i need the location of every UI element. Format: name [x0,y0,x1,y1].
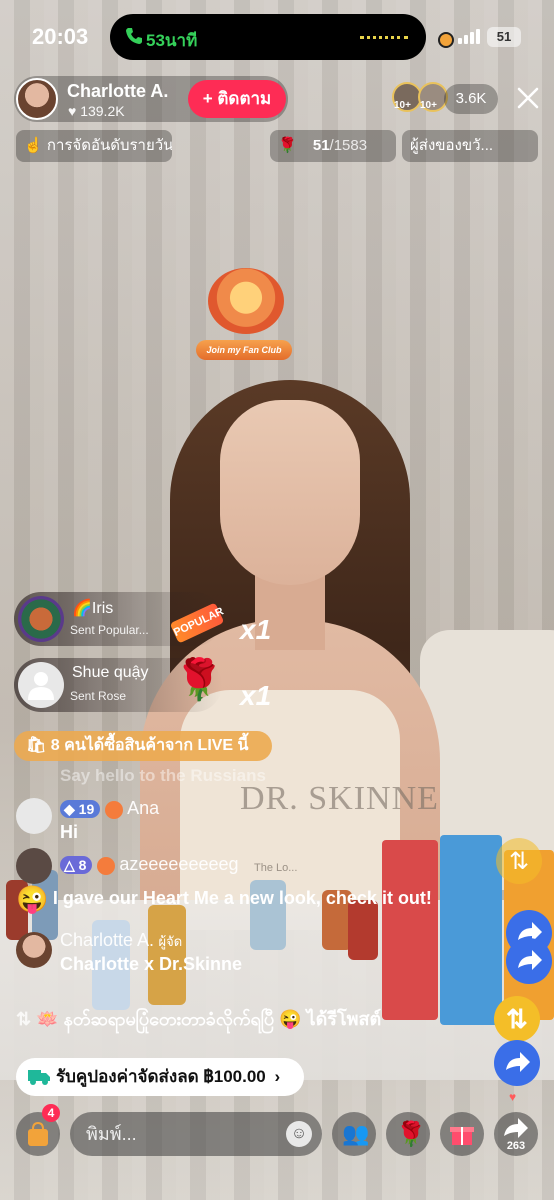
repost-icon: ⇅ [506,1004,528,1034]
shopping-bag-icon [28,1121,48,1146]
status-bar: 20:03 53นาที 51 [0,0,554,76]
shopping-cart-button[interactable]: 4 [16,1104,60,1156]
share-button[interactable] [506,938,552,984]
host-role-badge: ผู้จัด [158,934,183,949]
gift-count: x1 [240,680,272,711]
hand-pointer-icon: ☝ [24,137,43,154]
close-icon[interactable] [514,84,542,112]
people-icon: 👥 [342,1121,370,1146]
fan-badge-icon [96,856,115,875]
comment-text: Charlotte x Dr.Skinne [60,954,243,974]
battery-indicator: 51 [487,27,521,47]
viewer-rank-badge: 10+ [420,100,437,111]
commenter-name: azeeeeeeeeeg [119,854,239,874]
viewer-count[interactable]: 3.6K [444,84,498,114]
gift-count: x1 [240,614,272,645]
share-count: 263 [506,1140,526,1152]
multi-guest-button[interactable]: 👥 [332,1112,376,1156]
gifter-name: Shue quậy [72,664,149,681]
comment-faded: Say hello to the Russians [60,766,266,785]
chevron-right-icon: › [274,1067,281,1086]
product-brand-sign: DR. SKINNE [240,780,439,817]
rose-icon: 🌹 [278,137,297,154]
rose-gift-button[interactable]: 🌹 [386,1112,430,1156]
follow-button[interactable]: + ติดตาม [188,80,286,118]
share-arrow-icon [506,1052,530,1072]
dynamic-island-call[interactable]: 53นาที [110,14,426,60]
purchase-banner[interactable]: 🛍 8 คนได้ซื้อสินค้าจาก LIVE นี้ [14,731,272,761]
repost-message: ⇅ 🪷 နတ်ဆရာမပြုံတေးတာခံလိုက်ရပြီ 😜 ได้รีโ… [16,1009,382,1029]
share-button[interactable] [494,1040,540,1086]
gift-button[interactable] [440,1112,484,1156]
comment-text: Hi [60,822,78,842]
product-tagline: The Lo... [254,862,298,874]
gift-goal-chip[interactable]: 🌹 51/1583 [270,130,396,162]
audio-waveform-icon [360,36,408,41]
repost-button[interactable]: ⇅ [494,996,540,1042]
default-user-icon [28,672,54,700]
small-heart-icon: ♥ [509,1090,517,1104]
commenter-name: Charlotte A. [60,930,155,950]
diamond-icon: ◆ [64,801,75,817]
share-arrow-icon [518,950,542,970]
comment-input[interactable]: พิมพ์... [70,1112,322,1156]
host-likes: ♥ 139.2K [68,103,125,119]
fan-badge-icon [104,800,123,819]
commenter-avatar[interactable] [16,798,52,834]
phone-icon [126,28,142,44]
host-name: Charlotte A. [67,81,169,101]
heart-icon: ♥ [68,103,77,119]
gifter-avatar[interactable] [18,596,64,642]
shopping-bag-icon: 🛍 [26,737,47,754]
commenter-avatar[interactable] [16,848,52,884]
repost-icon: ⇅ [16,1009,32,1029]
system-message: 😜 I gave our Heart Me a new look, check … [16,884,432,914]
rainbow-icon: 🌈 [72,600,92,617]
triangle-icon: △ [64,857,75,873]
share-arrow-icon [504,1118,528,1138]
shipping-coupon-banner[interactable]: รับคูปองค่าจัดส่งลด ฿100.00 › [16,1058,304,1096]
call-duration: 53นาที [146,31,198,50]
join-fan-club-button[interactable]: Join my Fan Club [196,340,292,360]
host-avatar[interactable] [16,78,58,120]
gift-description: Sent Popular... [70,623,149,637]
daily-ranking-chip[interactable]: ☝ การจัดอันดับรายวัน [16,130,172,162]
level-badge: ◆ 19 [60,800,101,818]
emoji-icon[interactable]: ☺ [286,1121,312,1147]
cart-count-badge: 4 [42,1104,60,1122]
viewer-rank-badge: 10+ [394,100,411,111]
fan-club-mascot-icon [208,268,284,334]
delivery-truck-icon [28,1070,50,1085]
share-live-button[interactable]: 263 [494,1112,538,1156]
lotus-icon: 🪷 [36,1009,59,1029]
level-badge: △ 8 [60,856,93,874]
clock: 20:03 [32,24,89,49]
top-gifters-chip[interactable]: ผู้ส่งของขวั... [402,130,538,162]
commenter-name: Ana [127,798,160,818]
host-avatar-small[interactable] [16,932,52,968]
fan-club-widget[interactable]: Join my Fan Club [190,262,300,362]
repost-icon: ⇅ [509,848,530,875]
repost-button-faded[interactable]: ⇅ [496,838,542,884]
rose-icon: 🌹 [396,1121,426,1148]
gifter-name: 🌈Iris [72,600,114,617]
rose-gift-icon: 🌹 [174,658,224,702]
gift-box-icon [450,1127,474,1145]
privacy-indicator-icon [438,32,454,48]
heart-me-icon: 😜 [16,884,49,914]
gift-description: Sent Rose [70,689,127,703]
